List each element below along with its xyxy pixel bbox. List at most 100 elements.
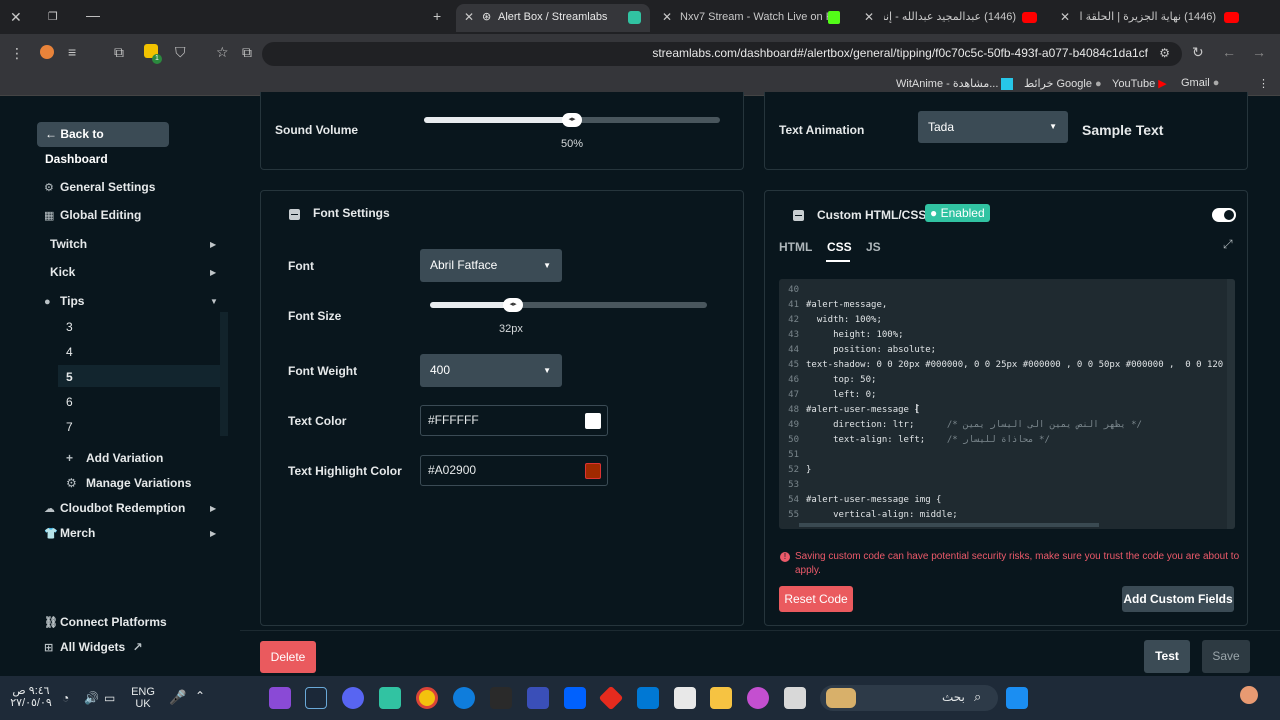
variation-item[interactable]: 4 xyxy=(66,345,73,359)
extension-icon[interactable] xyxy=(40,45,54,59)
expand-arrow-icon[interactable]: ▶ xyxy=(210,240,216,249)
slider-knob[interactable]: ◂▸ xyxy=(562,113,582,127)
shield-icon[interactable]: ⛉ xyxy=(175,45,186,59)
tab-close-icon[interactable]: ✕ xyxy=(864,4,874,30)
test-button[interactable]: Test xyxy=(1144,640,1190,673)
site-settings-icon[interactable]: ⚙ xyxy=(1159,46,1170,60)
back-to-dashboard-button[interactable]: ← Back to Dashboard xyxy=(37,122,169,166)
show-hidden-icons[interactable]: ⌃ xyxy=(195,689,205,703)
custom-code-toggle[interactable] xyxy=(1212,208,1236,222)
bookmark-witanime[interactable]: WitAnime - مشاهدة... xyxy=(896,77,1014,91)
bookmark-star-icon[interactable]: ☆ xyxy=(216,45,229,59)
tab-js[interactable]: JS xyxy=(866,240,881,254)
tab-youtube-2[interactable]: ✕ (1446) نهاية الجزيرة | الحلقة الأخ xyxy=(1060,4,1256,32)
translate-icon[interactable]: ⧉ xyxy=(242,45,252,59)
menu-dots-icon[interactable]: ⋮ xyxy=(10,46,24,60)
store-icon[interactable] xyxy=(674,687,696,709)
sound-volume-slider[interactable]: ◂▸ xyxy=(424,113,720,127)
sidebar-item-twitch[interactable]: Twitch xyxy=(50,237,87,251)
language-indicator[interactable]: ENG UK xyxy=(128,686,158,710)
css-code-editor[interactable]: 40 41 #alert-message, 42 width: 100%; 43 hei… xyxy=(779,279,1235,529)
text-animation-select[interactable]: Tada ▼ xyxy=(918,111,1068,143)
streamlabs-icon[interactable] xyxy=(379,687,401,709)
extensions-puzzle-icon[interactable]: ⧉ xyxy=(114,45,124,59)
slider-knob[interactable]: ◂▸ xyxy=(503,298,524,312)
expand-arrow-icon[interactable]: ▶ xyxy=(210,529,216,538)
collapse-arrow-icon[interactable]: ▼ xyxy=(210,297,218,306)
expand-arrow-icon[interactable]: ▶ xyxy=(210,504,216,513)
dropbox-icon[interactable] xyxy=(564,687,586,709)
variation-item[interactable]: 7 xyxy=(66,420,73,434)
highlight-color-input[interactable]: #A02900 xyxy=(420,455,608,486)
editor-vertical-scrollbar[interactable] xyxy=(1227,279,1235,529)
url-bar[interactable]: streamlabs.com/dashboard#/alertbox/gener… xyxy=(262,42,1182,66)
tab-close-icon[interactable]: ✕ xyxy=(1060,4,1070,30)
app-icon-blue[interactable] xyxy=(527,687,549,709)
sidebar-item-cloudbot[interactable]: ☁ Cloudbot Redemption xyxy=(44,501,185,515)
reading-list-icon[interactable]: ≡ xyxy=(68,45,76,59)
chrome-icon[interactable] xyxy=(416,687,438,709)
add-custom-fields-button[interactable]: Add Custom Fields xyxy=(1122,586,1234,612)
sidebar-item-merch[interactable]: 👕 Merch xyxy=(44,526,95,540)
sidebar-item-tips[interactable]: ● Tips xyxy=(44,294,84,308)
variation-item[interactable]: 3 xyxy=(66,320,73,334)
file-explorer-icon[interactable] xyxy=(710,687,732,709)
add-variation-button[interactable]: + Add Variation xyxy=(66,451,163,465)
tab-youtube-1[interactable]: ✕ (1446) عبدالمجيد عبدالله - إنسان xyxy=(862,4,1058,32)
editor-horizontal-scrollbar[interactable] xyxy=(799,523,1099,527)
user-avatar[interactable] xyxy=(1240,686,1258,704)
reset-code-button[interactable]: Reset Code xyxy=(779,586,853,612)
steam-icon[interactable] xyxy=(305,687,327,709)
forward-arrow-icon[interactable]: → xyxy=(1252,45,1266,59)
tab-css[interactable]: CSS xyxy=(827,240,852,254)
variations-scrollbar[interactable] xyxy=(220,312,228,436)
app-icon-window[interactable] xyxy=(784,687,806,709)
wifi-icon[interactable]: ▭ xyxy=(104,691,115,705)
color-swatch[interactable] xyxy=(585,413,601,429)
close-window-icon[interactable]: ✕ xyxy=(10,10,22,24)
font-select[interactable]: Abril Fatface ▼ xyxy=(420,249,562,282)
expand-arrow-icon[interactable]: ▶ xyxy=(210,268,216,277)
sidebar-item-global-editing[interactable]: ▦ Global Editing xyxy=(44,208,141,222)
tab-close-icon[interactable]: ✕ xyxy=(662,4,672,30)
microphone-icon[interactable]: 🎤 xyxy=(169,689,186,706)
text-color-input[interactable]: #FFFFFF xyxy=(420,405,608,436)
expand-editor-icon[interactable]: ⤢ xyxy=(1223,237,1233,252)
bookmark-gmail[interactable]: Gmail ● xyxy=(1181,77,1219,89)
font-size-slider[interactable]: ◂▸ xyxy=(430,298,707,312)
discord-icon[interactable] xyxy=(342,687,364,709)
save-button[interactable]: Save xyxy=(1202,640,1250,673)
variation-item[interactable]: 6 xyxy=(66,395,73,409)
speaker-icon[interactable]: 🔊 xyxy=(84,691,99,705)
back-arrow-icon[interactable]: ← xyxy=(1222,45,1236,59)
clock[interactable]: ٩:٤٦ ص ٢٧/٠٥/٠٩ xyxy=(10,685,52,709)
bookmarks-menu-icon[interactable]: ⋮ xyxy=(1258,77,1269,90)
notification-icon[interactable]: ◔ xyxy=(62,691,69,705)
bookmark-google-maps[interactable]: خرائط Google ● xyxy=(1024,77,1102,90)
taskbar-search[interactable]: بحث ⌕ xyxy=(820,685,998,711)
font-weight-select[interactable]: 400 ▼ xyxy=(420,354,562,387)
new-tab-icon[interactable]: + xyxy=(433,9,441,23)
all-widgets-link[interactable]: ⊞ All Widgets ↗ xyxy=(44,640,143,654)
tab-alert-box[interactable]: ✕ ⊛ Alert Box / Streamlabs xyxy=(456,4,650,32)
bookmark-youtube[interactable]: YouTube ▶ xyxy=(1112,77,1167,90)
sidebar-item-kick[interactable]: Kick xyxy=(50,265,75,279)
sidebar-item-general-settings[interactable]: ⚙ General Settings xyxy=(44,180,155,194)
copilot-icon[interactable] xyxy=(747,687,769,709)
collapse-icon[interactable] xyxy=(289,209,300,220)
variation-item-selected[interactable]: 5 xyxy=(66,370,73,384)
manage-variations-button[interactable]: ⚙ Manage Variations xyxy=(66,476,191,490)
edge-icon[interactable] xyxy=(453,687,475,709)
epic-games-icon[interactable] xyxy=(490,687,512,709)
app-icon-red[interactable] xyxy=(598,685,624,711)
windows-start-icon[interactable] xyxy=(1006,687,1028,709)
delete-button[interactable]: Delete xyxy=(260,641,316,673)
tab-close-icon[interactable]: ✕ xyxy=(464,4,474,30)
tab-html[interactable]: HTML xyxy=(779,240,812,254)
tab-kick-stream[interactable]: ✕ Nxv7 Stream - Watch Live on Ki xyxy=(660,4,856,32)
restore-window-icon[interactable]: ❐ xyxy=(48,10,58,24)
minimize-window-icon[interactable]: — xyxy=(86,8,100,22)
app-icon-clipchamp[interactable] xyxy=(269,687,291,709)
color-swatch[interactable] xyxy=(585,463,601,479)
collapse-icon[interactable] xyxy=(793,210,804,221)
